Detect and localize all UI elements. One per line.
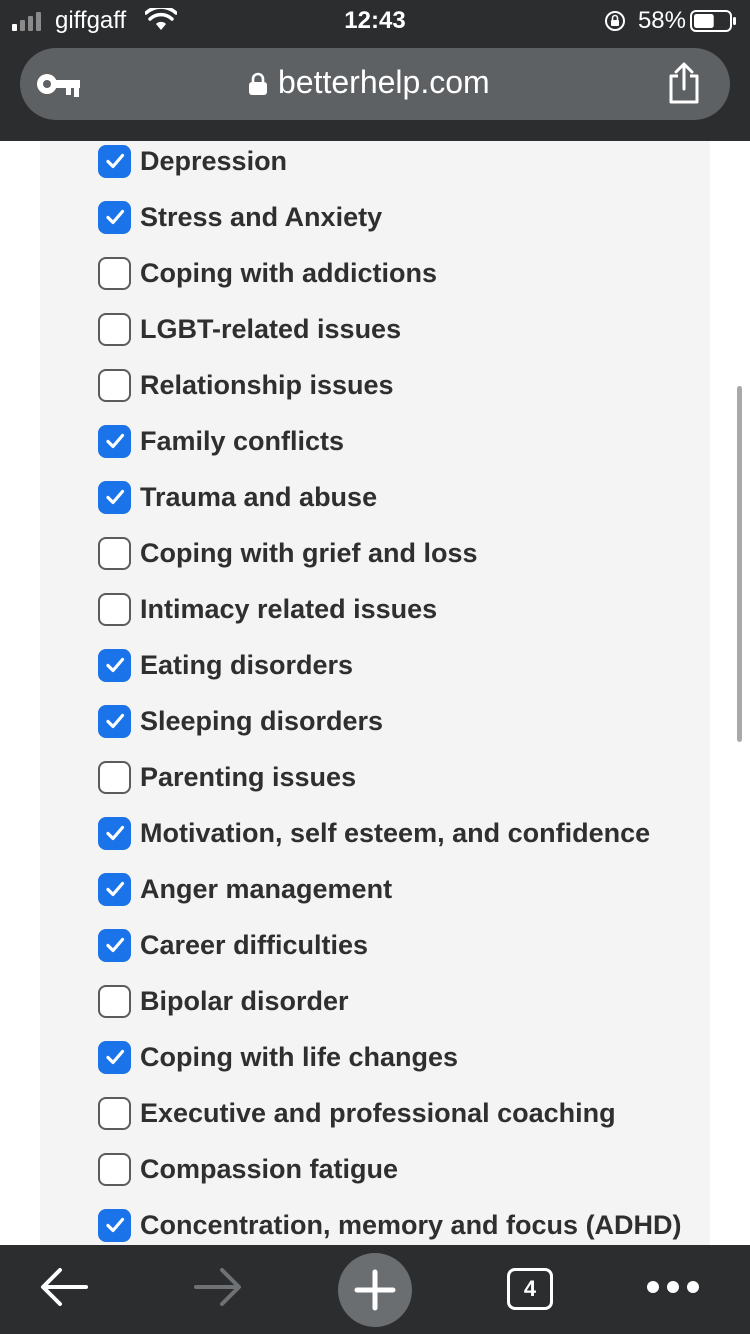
checkbox-checked[interactable] xyxy=(98,480,131,514)
checklist-item[interactable]: Relationship issues xyxy=(98,365,394,405)
checkbox-checked[interactable] xyxy=(98,648,131,682)
checklist-item-label: Coping with life changes xyxy=(140,1041,459,1072)
checkbox-checked[interactable] xyxy=(98,704,131,738)
checklist-item-label: Concentration, memory and focus (ADHD) xyxy=(140,1209,682,1240)
checkbox-unchecked[interactable] xyxy=(98,536,131,570)
checkbox-checked[interactable] xyxy=(98,928,131,962)
checkbox-unchecked[interactable] xyxy=(98,984,131,1018)
checklist-item-label: Motivation, self esteem, and confidence xyxy=(140,817,651,848)
issues-panel: Depression Stress and Anxiety Coping with … xyxy=(40,141,710,1245)
share-icon[interactable] xyxy=(666,62,702,104)
checklist-item[interactable]: Compassion fatigue xyxy=(98,1149,398,1189)
browser-top-bar: giffgaff 12:43 58% betterhelp.com xyxy=(0,0,750,141)
checklist-item[interactable]: Depression xyxy=(98,141,287,181)
battery-percent: 58% xyxy=(637,7,686,34)
lock-icon xyxy=(249,72,267,95)
checklist-item[interactable]: Anger management xyxy=(98,869,392,909)
checkbox-checked[interactable] xyxy=(98,424,131,458)
checkbox-unchecked[interactable] xyxy=(98,312,131,346)
checklist-item-label: Depression xyxy=(140,145,288,176)
checklist-item-label: Eating disorders xyxy=(140,649,354,680)
checklist-item[interactable]: Motivation, self esteem, and confidence xyxy=(98,813,650,853)
checkmark-icon xyxy=(105,881,124,897)
checkbox-unchecked[interactable] xyxy=(98,1152,131,1186)
checklist-item-label: Sleeping disorders xyxy=(140,705,384,736)
checklist-item[interactable]: Bipolar disorder xyxy=(98,981,349,1021)
checkbox-checked[interactable] xyxy=(98,1040,131,1074)
checklist-item-label: Compassion fatigue xyxy=(140,1153,399,1184)
checklist-item-label: Coping with addictions xyxy=(140,257,437,288)
checklist-item-label: Stress and Anxiety xyxy=(140,201,383,232)
checkmark-icon xyxy=(105,433,124,449)
checkbox-checked[interactable] xyxy=(98,144,131,178)
checklist-item[interactable]: Eating disorders xyxy=(98,645,353,685)
battery-icon xyxy=(690,10,736,32)
key-icon[interactable] xyxy=(36,68,82,100)
more-dots-icon[interactable] xyxy=(643,1275,703,1299)
checkmark-icon xyxy=(105,1217,124,1233)
page-content: Depression Stress and Anxiety Coping with … xyxy=(0,141,750,1245)
checkmark-icon xyxy=(105,1049,124,1065)
checklist-item[interactable]: Career difficulties xyxy=(98,925,368,965)
new-tab-button[interactable] xyxy=(338,1253,412,1327)
tab-count-button[interactable]: 4 xyxy=(507,1268,553,1310)
checkmark-icon xyxy=(105,489,124,505)
checkbox-unchecked[interactable] xyxy=(98,760,131,794)
checklist-item[interactable]: Trauma and abuse xyxy=(98,477,377,517)
checkmark-icon xyxy=(105,825,124,841)
plus-icon xyxy=(354,1269,396,1311)
checkmark-icon xyxy=(105,937,124,953)
url-text[interactable]: betterhelp.com xyxy=(278,64,490,101)
status-bar: giffgaff 12:43 58% xyxy=(0,0,750,42)
checkbox-unchecked[interactable] xyxy=(98,1096,131,1130)
checklist-item-label: Relationship issues xyxy=(140,369,394,400)
checklist-item-label: Executive and professional coaching xyxy=(140,1097,616,1128)
checklist-item[interactable]: LGBT-related issues xyxy=(98,309,401,349)
checklist-item[interactable]: Parenting issues xyxy=(98,757,356,797)
checklist-item[interactable]: Concentration, memory and focus (ADHD) xyxy=(98,1205,682,1245)
arrow-right-icon[interactable] xyxy=(190,1265,246,1309)
checkbox-unchecked[interactable] xyxy=(98,256,131,290)
browser-bottom-toolbar: 4 xyxy=(0,1245,750,1334)
checklist-item[interactable]: Sleeping disorders xyxy=(98,701,383,741)
checkbox-unchecked[interactable] xyxy=(98,592,131,626)
checkmark-icon xyxy=(105,153,124,169)
checkbox-checked[interactable] xyxy=(98,816,131,850)
address-bar[interactable]: betterhelp.com xyxy=(20,48,730,120)
arrow-left-icon[interactable] xyxy=(36,1265,92,1309)
checklist-item-label: Career difficulties xyxy=(140,929,369,960)
checklist-item[interactable]: Coping with life changes xyxy=(98,1037,458,1077)
checkbox-checked[interactable] xyxy=(98,200,131,234)
scrollbar[interactable] xyxy=(737,386,742,742)
checkmark-icon xyxy=(105,713,124,729)
checklist-item[interactable]: Intimacy related issues xyxy=(98,589,437,629)
checklist-item[interactable]: Executive and professional coaching xyxy=(98,1093,616,1133)
checkbox-checked[interactable] xyxy=(98,872,131,906)
checklist-item-label: Coping with grief and loss xyxy=(140,537,478,568)
checklist-item[interactable]: Coping with addictions xyxy=(98,253,437,293)
checklist-item-label: LGBT-related issues xyxy=(140,313,402,344)
checklist-item[interactable]: Coping with grief and loss xyxy=(98,533,478,573)
checklist-item-label: Anger management xyxy=(140,873,393,904)
checklist-item-label: Intimacy related issues xyxy=(140,593,438,624)
checklist-item-label: Parenting issues xyxy=(140,761,357,792)
checkmark-icon xyxy=(105,657,124,673)
checklist-item-label: Trauma and abuse xyxy=(140,481,378,512)
checklist-item[interactable]: Stress and Anxiety xyxy=(98,197,382,237)
checkbox-checked[interactable] xyxy=(98,1208,131,1242)
orientation-lock-icon xyxy=(605,11,625,31)
checklist-item[interactable]: Family conflicts xyxy=(98,421,344,461)
checklist-item-label: Bipolar disorder xyxy=(140,985,349,1016)
checkmark-icon xyxy=(105,209,124,225)
checkbox-unchecked[interactable] xyxy=(98,368,131,402)
checklist-item-label: Family conflicts xyxy=(140,425,345,456)
